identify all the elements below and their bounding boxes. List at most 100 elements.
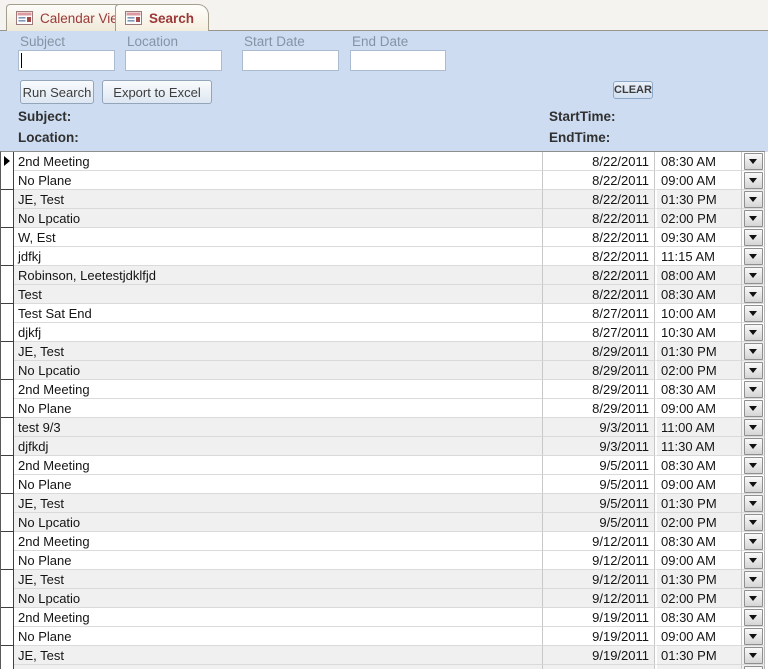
record-selector[interactable] <box>1 551 14 570</box>
time-dropdown-button[interactable] <box>744 191 763 208</box>
date-cell[interactable]: 9/19/2011 <box>542 627 655 646</box>
time-cell[interactable]: 01:30 PM <box>657 342 742 361</box>
time-cell[interactable]: 09:30 AM <box>657 228 742 247</box>
subject-cell[interactable]: 2nd Meeting <box>14 380 542 399</box>
time-cell[interactable]: 11:30 AM <box>657 437 742 456</box>
subject-cell[interactable]: No Lpcatio <box>14 513 542 532</box>
export-to-excel-button[interactable]: Export to Excel <box>102 80 212 104</box>
time-cell[interactable]: 10:00 AM <box>657 304 742 323</box>
date-cell[interactable]: 8/29/2011 <box>542 399 655 418</box>
end-date-input[interactable] <box>350 50 446 71</box>
time-cell[interactable]: 11:15 AM <box>657 247 742 266</box>
subject-cell[interactable]: Test <box>14 285 542 304</box>
record-selector[interactable] <box>1 361 14 380</box>
date-cell[interactable]: 8/29/2011 <box>542 361 655 380</box>
date-cell[interactable]: 9/5/2011 <box>542 494 655 513</box>
time-dropdown-button[interactable] <box>744 533 763 550</box>
record-selector[interactable] <box>1 437 14 456</box>
date-cell[interactable]: 9/12/2011 <box>542 551 655 570</box>
time-dropdown-button[interactable] <box>744 419 763 436</box>
record-selector[interactable] <box>1 456 14 475</box>
time-dropdown-button[interactable] <box>744 495 763 512</box>
record-selector[interactable] <box>1 247 14 266</box>
date-cell[interactable]: 8/22/2011 <box>542 266 655 285</box>
time-cell[interactable]: 09:00 AM <box>657 475 742 494</box>
time-dropdown-button[interactable] <box>744 666 763 669</box>
time-dropdown-button[interactable] <box>744 400 763 417</box>
record-selector[interactable] <box>1 665 14 669</box>
subject-cell[interactable]: jdfkj <box>14 247 542 266</box>
subject-cell[interactable]: JE, Test <box>14 190 542 209</box>
time-cell[interactable]: 08:30 AM <box>657 380 742 399</box>
start-date-input[interactable] <box>242 50 339 71</box>
time-cell[interactable]: 08:30 AM <box>657 532 742 551</box>
time-dropdown-button[interactable] <box>744 324 763 341</box>
time-dropdown-button[interactable] <box>744 590 763 607</box>
time-cell[interactable]: 11:00 AM <box>657 418 742 437</box>
subject-cell[interactable]: No Plane <box>14 475 542 494</box>
subject-cell[interactable]: 2nd Meeting <box>14 152 542 171</box>
subject-cell[interactable]: No Lpcatio <box>14 665 542 669</box>
date-cell[interactable]: 9/19/2011 <box>542 608 655 627</box>
record-selector[interactable] <box>1 418 14 437</box>
date-cell[interactable]: 8/22/2011 <box>542 228 655 247</box>
date-cell[interactable]: 8/22/2011 <box>542 152 655 171</box>
time-dropdown-button[interactable] <box>744 571 763 588</box>
record-selector[interactable] <box>1 342 14 361</box>
time-dropdown-button[interactable] <box>744 381 763 398</box>
time-dropdown-button[interactable] <box>744 229 763 246</box>
date-cell[interactable]: 9/5/2011 <box>542 475 655 494</box>
time-dropdown-button[interactable] <box>744 628 763 645</box>
time-dropdown-button[interactable] <box>744 248 763 265</box>
time-dropdown-button[interactable] <box>744 343 763 360</box>
record-selector[interactable] <box>1 399 14 418</box>
time-cell[interactable]: 08:30 AM <box>657 152 742 171</box>
date-cell[interactable]: 8/22/2011 <box>542 247 655 266</box>
subject-cell[interactable]: Test Sat End <box>14 304 542 323</box>
subject-cell[interactable]: test 9/3 <box>14 418 542 437</box>
subject-cell[interactable]: No Plane <box>14 399 542 418</box>
time-dropdown-button[interactable] <box>744 609 763 626</box>
subject-cell[interactable]: 2nd Meeting <box>14 532 542 551</box>
date-cell[interactable]: 8/22/2011 <box>542 171 655 190</box>
time-dropdown-button[interactable] <box>744 647 763 664</box>
subject-cell[interactable]: JE, Test <box>14 342 542 361</box>
record-selector[interactable] <box>1 494 14 513</box>
subject-cell[interactable]: No Plane <box>14 551 542 570</box>
subject-cell[interactable]: JE, Test <box>14 570 542 589</box>
record-selector[interactable] <box>1 304 14 323</box>
time-dropdown-button[interactable] <box>744 172 763 189</box>
time-cell[interactable]: 08:30 AM <box>657 285 742 304</box>
date-cell[interactable]: 9/19/2011 <box>542 665 655 669</box>
subject-cell[interactable]: No Lpcatio <box>14 589 542 608</box>
date-cell[interactable]: 9/19/2011 <box>542 646 655 665</box>
subject-cell[interactable]: No Plane <box>14 171 542 190</box>
record-selector[interactable] <box>1 171 14 190</box>
date-cell[interactable]: 8/22/2011 <box>542 285 655 304</box>
record-selector[interactable] <box>1 608 14 627</box>
record-selector[interactable] <box>1 646 14 665</box>
time-dropdown-button[interactable] <box>744 514 763 531</box>
subject-input[interactable] <box>18 50 115 71</box>
subject-cell[interactable]: Robinson, Leetestjdklfjd <box>14 266 542 285</box>
time-dropdown-button[interactable] <box>744 438 763 455</box>
date-cell[interactable]: 9/12/2011 <box>542 570 655 589</box>
date-cell[interactable]: 8/27/2011 <box>542 323 655 342</box>
time-dropdown-button[interactable] <box>744 305 763 322</box>
time-cell[interactable]: 01:30 PM <box>657 570 742 589</box>
record-selector[interactable] <box>1 323 14 342</box>
tab-search[interactable]: Search <box>115 4 209 31</box>
subject-cell[interactable]: JE, Test <box>14 646 542 665</box>
time-cell[interactable]: 02:00 PM <box>657 209 742 228</box>
time-dropdown-button[interactable] <box>744 552 763 569</box>
record-selector[interactable] <box>1 380 14 399</box>
record-selector[interactable] <box>1 228 14 247</box>
record-selector[interactable] <box>1 513 14 532</box>
time-dropdown-button[interactable] <box>744 457 763 474</box>
clear-button[interactable]: CLEAR <box>613 81 653 99</box>
time-cell[interactable]: 01:30 PM <box>657 494 742 513</box>
subject-cell[interactable]: djkfj <box>14 323 542 342</box>
record-selector[interactable] <box>1 190 14 209</box>
subject-cell[interactable]: JE, Test <box>14 494 542 513</box>
record-selector[interactable] <box>1 570 14 589</box>
